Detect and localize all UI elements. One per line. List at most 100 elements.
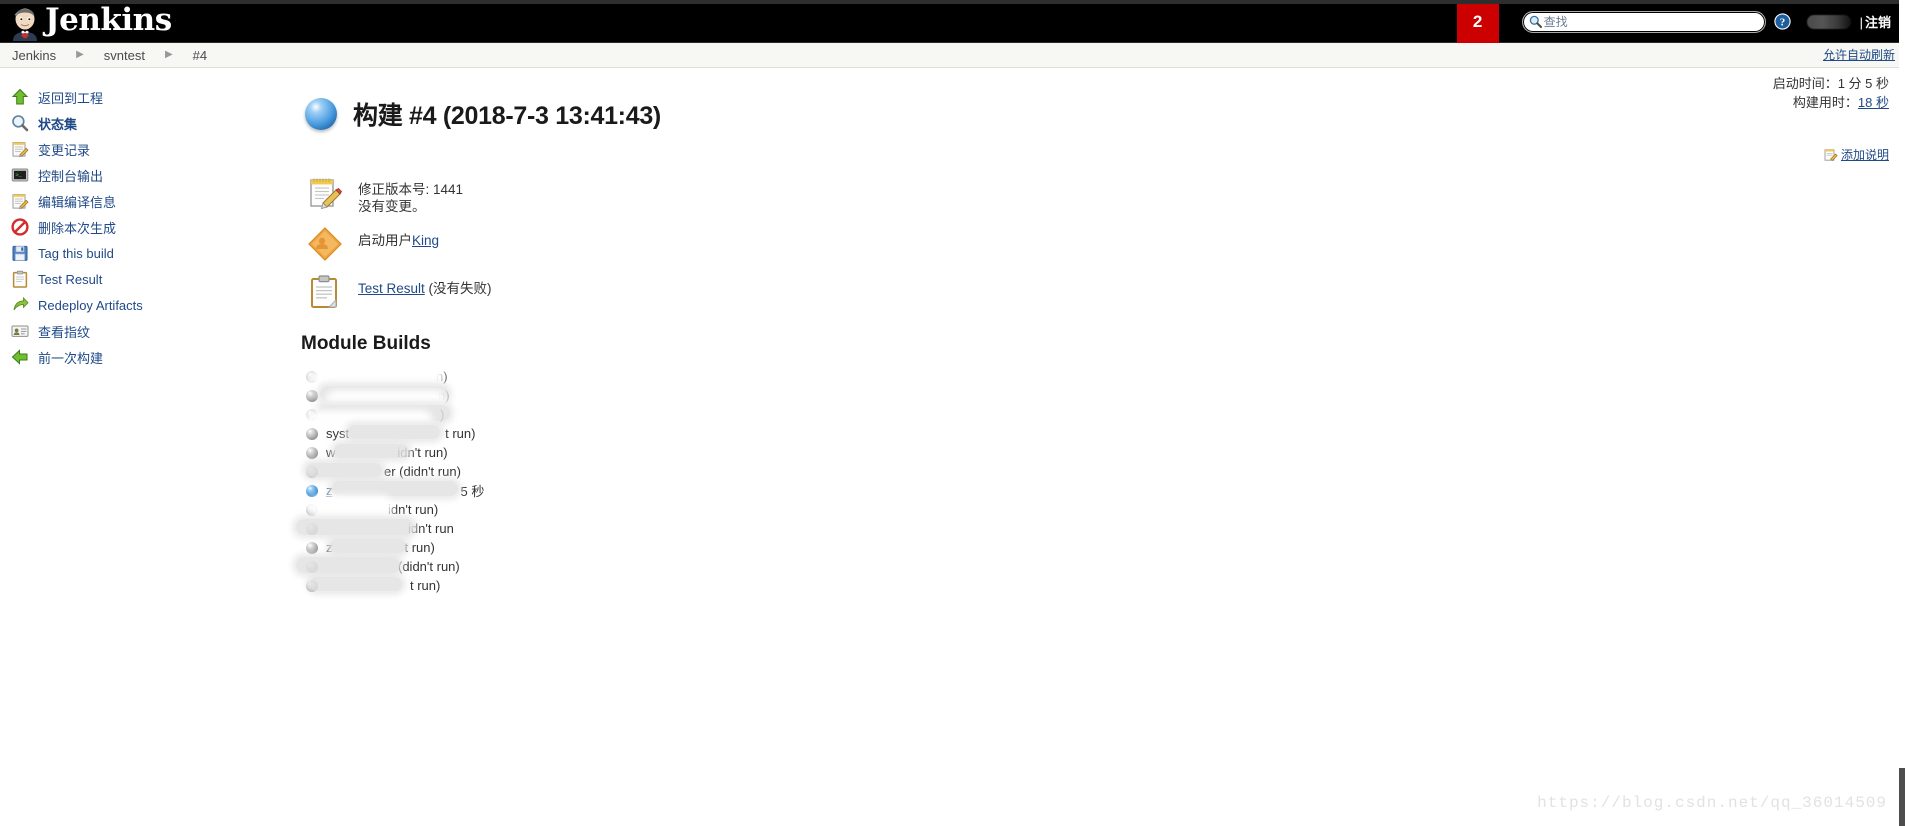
- svg-text:>_: >_: [15, 173, 22, 179]
- search-icon: [1529, 15, 1542, 28]
- add-description[interactable]: 添加说明: [1824, 146, 1889, 163]
- sidebar-item-view-fingerprints[interactable]: 查看指纹: [0, 318, 300, 344]
- started-by-row: 启动用户King: [306, 225, 1905, 263]
- logout-separator: |: [1859, 15, 1863, 30]
- jenkins-build-page: Jenkins 2 ?: [0, 0, 1905, 826]
- test-result-link[interactable]: Test Result: [358, 281, 425, 296]
- module-status: t run): [445, 426, 476, 441]
- search-input[interactable]: [1543, 14, 1759, 29]
- module-name: syst: [326, 426, 350, 441]
- scrollbar-thumb[interactable]: [1899, 768, 1905, 826]
- sidebar-item-previous-build[interactable]: 前一次构建: [0, 344, 300, 370]
- test-result-suffix: (没有失败): [424, 281, 492, 296]
- build-queue-badge[interactable]: 2: [1456, 0, 1499, 43]
- svg-text:?: ?: [1779, 16, 1785, 28]
- started-by-text: 启动用户King: [358, 225, 439, 249]
- sidebar-item-label: Test Result: [38, 271, 103, 287]
- list-item[interactable]: idn't run: [296, 519, 1905, 538]
- redaction-overlay: [318, 405, 450, 421]
- page-content: 返回到工程 状态集 变更记录 >_ 控制台输出 编辑编译信息 删除本次生成 Ta…: [0, 68, 1905, 782]
- sidebar-item-edit-build-information[interactable]: 编辑编译信息: [0, 188, 300, 214]
- sidebar-item-tag-this-build[interactable]: Tag this build: [0, 240, 300, 266]
- grey-ball-icon: [306, 408, 318, 421]
- sidebar-item-delete-build[interactable]: 删除本次生成: [0, 214, 300, 240]
- started-by-user-link[interactable]: King: [412, 233, 439, 248]
- revision-info-text: 修正版本号: 1441 没有变更。: [358, 174, 463, 215]
- sidebar: 返回到工程 状态集 变更记录 >_ 控制台输出 编辑编译信息 删除本次生成 Ta…: [0, 68, 300, 370]
- module-name: z: [326, 540, 333, 555]
- breadcrumb-separator-icon: ▶: [164, 49, 173, 60]
- sidebar-item-back-to-project[interactable]: 返回到工程: [0, 84, 300, 110]
- redaction-overlay: [318, 368, 440, 383]
- grey-ball-icon: [306, 446, 318, 459]
- revision-info-row: 修正版本号: 1441 没有变更。: [306, 174, 1905, 215]
- redaction-overlay: [330, 539, 406, 553]
- list-item[interactable]: ): [306, 405, 1905, 427]
- module-name-link[interactable]: z: [326, 483, 333, 498]
- grey-ball-icon: [306, 522, 318, 535]
- breadcrumb-separator-icon: ▶: [76, 49, 84, 60]
- test-result-row: Test Result (没有失败): [306, 273, 1905, 311]
- sidebar-item-test-result[interactable]: Test Result: [0, 266, 300, 292]
- list-item[interactable]: (didn't run): [296, 557, 1905, 576]
- blue-ball-icon: [305, 98, 337, 130]
- sidebar-item-redeploy-artifacts[interactable]: Redeploy Artifacts: [0, 292, 300, 318]
- auto-refresh-link[interactable]: 允许自动刷新: [1823, 46, 1895, 63]
- topbar-right-cluster: 2 ?: [1456, 0, 1905, 43]
- user-name-redacted[interactable]: [1806, 14, 1851, 29]
- top-navigation-bar: Jenkins 2 ?: [0, 0, 1905, 43]
- orange-diamond-user-icon: [306, 225, 344, 263]
- list-item[interactable]: w idn't run): [306, 443, 1905, 462]
- up-arrow-green-icon: [10, 87, 30, 107]
- search-box[interactable]: [1521, 10, 1766, 33]
- sidebar-item-label: 变更记录: [38, 142, 91, 158]
- page-title-text: 构建 #4 (2018-7-3 13:41:43): [353, 102, 661, 130]
- list-item[interactable]: z t run): [306, 538, 1905, 557]
- left-arrow-green-icon: [10, 347, 30, 367]
- sidebar-item-label: 状态集: [38, 116, 78, 132]
- duration-row: 构建用时：18 秒: [1773, 93, 1889, 112]
- notepad-pencil-icon: [10, 139, 30, 159]
- list-item[interactable]: n): [306, 367, 1905, 390]
- breadcrumb-item-svntest[interactable]: svntest: [98, 48, 151, 63]
- search-container: [1521, 10, 1766, 33]
- module-status: t run): [404, 540, 435, 555]
- logout-link[interactable]: | 注销: [1860, 12, 1891, 31]
- jenkins-butler-icon: [10, 7, 40, 41]
- grey-ball-icon: [306, 389, 318, 402]
- sidebar-item-label: Tag this build: [38, 245, 114, 261]
- redaction-overlay: [320, 386, 448, 401]
- list-item[interactable]: syst t run): [306, 424, 1905, 443]
- breadcrumb-item-build[interactable]: #4: [187, 48, 213, 63]
- jenkins-logo-link[interactable]: Jenkins: [0, 0, 172, 43]
- duration-value-link[interactable]: 18 秒: [1858, 95, 1889, 110]
- id-card-icon: [10, 321, 30, 341]
- sidebar-item-console-output[interactable]: >_ 控制台输出: [0, 162, 300, 188]
- add-description-link[interactable]: 添加说明: [1841, 146, 1889, 163]
- clipboard-icon: [10, 269, 30, 289]
- module-name: w: [326, 445, 336, 460]
- sidebar-item-changes[interactable]: 变更记录: [0, 136, 300, 162]
- watermark-text: https://blog.csdn.net/qq_36014509: [1537, 794, 1887, 812]
- floppy-disk-icon: [10, 243, 30, 263]
- help-icon[interactable]: ?: [1773, 13, 1791, 30]
- sidebar-item-label: 前一次构建: [38, 350, 104, 366]
- list-item[interactable]: z 5 秒: [306, 481, 1905, 500]
- grey-ball-icon: [306, 541, 318, 554]
- breadcrumb-item-jenkins[interactable]: Jenkins: [6, 48, 62, 63]
- build-meta: 启动时间：1 分 5 秒 构建用时：18 秒: [1773, 74, 1889, 112]
- redaction-overlay: [332, 481, 458, 496]
- test-result-text: Test Result (没有失败): [358, 273, 492, 297]
- list-item[interactable]: er (didn't run): [306, 462, 1905, 481]
- redaction-overlay: [310, 577, 402, 591]
- grey-ball-icon: [306, 560, 318, 573]
- list-item[interactable]: t run): [306, 576, 1905, 595]
- started-by-label: 启动用户: [358, 233, 412, 248]
- sidebar-item-status[interactable]: 状态集: [0, 110, 300, 136]
- edit-note-icon: [1824, 148, 1838, 162]
- list-item[interactable]: idn't run): [306, 500, 1905, 519]
- scrollbar-track[interactable]: [1899, 0, 1905, 826]
- module-status: idn't run: [408, 521, 454, 536]
- list-item[interactable]: n): [306, 386, 1905, 408]
- blue-ball-icon: [306, 484, 318, 497]
